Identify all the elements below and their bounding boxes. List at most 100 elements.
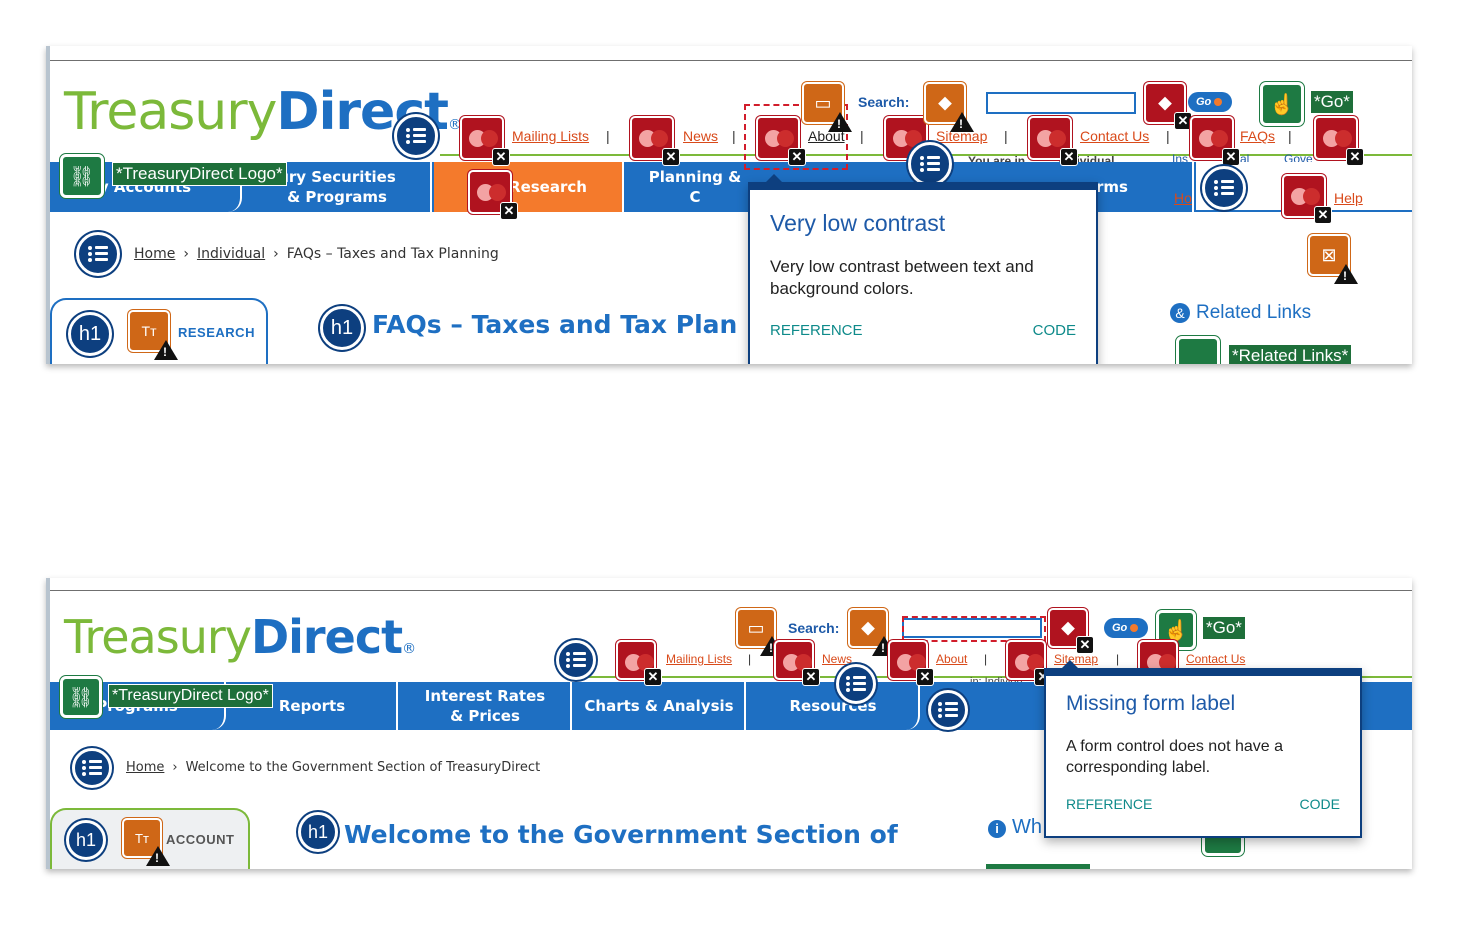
list-icon[interactable] bbox=[1202, 166, 1246, 210]
warning-icon[interactable]: ⊠ bbox=[1308, 234, 1358, 284]
link-icon[interactable] bbox=[1176, 336, 1220, 364]
tooltip-code-link[interactable]: CODE bbox=[1300, 796, 1340, 812]
related-links-heading: & Related Links bbox=[1170, 302, 1311, 324]
search-label: Search: bbox=[788, 620, 840, 636]
error-icon[interactable]: ✕ bbox=[1282, 174, 1332, 224]
list-icon[interactable] bbox=[908, 142, 952, 186]
link-separator: | bbox=[606, 128, 610, 144]
page-title: FAQs – Taxes and Tax Plan bbox=[372, 310, 738, 339]
list-icon[interactable] bbox=[928, 690, 968, 730]
list-icon[interactable] bbox=[836, 664, 876, 704]
error-icon[interactable]: ✕ bbox=[1006, 640, 1052, 686]
search-label: Search: bbox=[858, 94, 910, 110]
text-size-icon[interactable]: Tт bbox=[128, 310, 178, 360]
tooltip-reference-link[interactable]: REFERENCE bbox=[1066, 796, 1152, 812]
go-button[interactable]: Go bbox=[1188, 92, 1232, 112]
tab-interest-rates[interactable]: Interest Rates & Prices bbox=[400, 682, 572, 730]
error-icon[interactable]: ✕ bbox=[756, 116, 806, 166]
close-icon: ✕ bbox=[1222, 148, 1240, 166]
tab-resources[interactable]: Resources bbox=[748, 682, 920, 730]
tab-planning[interactable]: Planning & C bbox=[626, 162, 746, 212]
breadcrumb: Home › Welcome to the Government Section o… bbox=[126, 760, 541, 775]
go-alt-label: *Go* bbox=[1202, 616, 1246, 640]
home-link[interactable]: Ho bbox=[1174, 190, 1192, 206]
link-icon[interactable]: ⛓ bbox=[60, 154, 104, 198]
screenshot-panel-government: TreasuryDirect® Mailing Lists | News Abo… bbox=[46, 578, 1412, 869]
screenshot-panel-faqs: TreasuryDirect® Mailing Lists | News | A… bbox=[46, 46, 1412, 364]
list-icon[interactable] bbox=[394, 114, 438, 158]
tag-icon[interactable]: ⬥ bbox=[924, 82, 974, 132]
focus-highlight bbox=[902, 616, 1046, 642]
issue-tooltip: Missing form label A form control does n… bbox=[1044, 660, 1362, 838]
h1-icon[interactable]: h1 bbox=[68, 312, 112, 356]
news-link[interactable]: News bbox=[822, 652, 852, 666]
search-input[interactable] bbox=[986, 92, 1136, 114]
warning-icon[interactable]: ▭ bbox=[802, 82, 852, 132]
h1-icon[interactable]: h1 bbox=[320, 306, 364, 350]
link-icon[interactable]: ⛓ bbox=[60, 676, 102, 718]
faqs-link[interactable]: FAQs bbox=[1240, 128, 1275, 144]
related-links-alt-label: *Related Links* bbox=[1228, 344, 1353, 364]
logo-alt-label: *TreasuryDirect Logo* bbox=[112, 162, 287, 186]
breadcrumb-individual[interactable]: Individual bbox=[197, 246, 265, 262]
breadcrumb-home[interactable]: Home bbox=[134, 246, 175, 262]
logo-alt-label: *TreasuryDirect Logo* bbox=[108, 684, 273, 708]
link-separator: | bbox=[1004, 128, 1008, 144]
tab-research[interactable]: Research bbox=[434, 162, 624, 212]
side-heading: i Wh bbox=[988, 816, 1042, 839]
sidebar-title: ACCOUNT bbox=[166, 832, 235, 847]
mailing-lists-link[interactable]: Mailing Lists bbox=[512, 128, 589, 144]
mailing-lists-link[interactable]: Mailing Lists bbox=[666, 652, 732, 666]
h1-icon[interactable]: h1 bbox=[66, 820, 106, 860]
list-icon[interactable] bbox=[556, 640, 596, 680]
error-icon[interactable]: ✕ bbox=[630, 116, 680, 166]
page-title: Welcome to the Government Section of bbox=[344, 820, 898, 849]
news-link[interactable]: News bbox=[683, 128, 718, 144]
error-icon[interactable]: ✕ bbox=[1190, 116, 1240, 166]
contact-us-link[interactable]: Contact Us bbox=[1080, 128, 1149, 144]
treasurydirect-logo[interactable]: TreasuryDirect® bbox=[64, 610, 416, 664]
contact-us-link[interactable]: Contact Us bbox=[1186, 652, 1245, 666]
tooltip-code-link[interactable]: CODE bbox=[1033, 322, 1076, 339]
sidebar-title: RESEARCH bbox=[178, 325, 255, 340]
breadcrumb-home[interactable]: Home bbox=[126, 760, 164, 775]
link-icon: & bbox=[1170, 303, 1190, 323]
breadcrumb-current: Welcome to the Government Section of Tre… bbox=[185, 760, 541, 775]
about-link[interactable]: About bbox=[936, 652, 967, 666]
tooltip-body: A form control does not have a correspon… bbox=[1066, 738, 1284, 776]
tag-icon[interactable]: ⬥ ✕ bbox=[1048, 608, 1094, 654]
tab-charts-analysis[interactable]: Charts & Analysis bbox=[574, 682, 746, 730]
error-icon[interactable]: ✕ bbox=[460, 116, 510, 166]
tooltip-title: Very low contrast bbox=[770, 210, 946, 236]
close-icon: ✕ bbox=[1076, 636, 1094, 654]
link-separator: | bbox=[984, 652, 988, 666]
breadcrumb: Home › Individual › FAQs – Taxes and Tax Pla… bbox=[134, 246, 499, 262]
error-icon[interactable]: ✕ bbox=[616, 640, 662, 686]
error-icon[interactable]: ✕ bbox=[1314, 116, 1364, 166]
error-icon[interactable]: ✕ bbox=[1028, 116, 1078, 166]
warning-icon[interactable]: ▭ bbox=[736, 608, 784, 656]
go-button[interactable]: Go bbox=[1104, 618, 1148, 638]
link-separator: | bbox=[860, 128, 864, 144]
tag-icon[interactable]: ⬥ ✕ bbox=[1144, 82, 1192, 130]
touch-icon[interactable]: ☝ bbox=[1260, 82, 1304, 126]
link-separator: | bbox=[732, 128, 736, 144]
go-alt-label: *Go* bbox=[1310, 90, 1354, 114]
info-icon: i bbox=[988, 820, 1006, 838]
list-icon[interactable] bbox=[76, 232, 120, 276]
text-size-icon[interactable]: Tт bbox=[122, 818, 170, 866]
h1-icon[interactable]: h1 bbox=[298, 812, 338, 852]
breadcrumb-current: FAQs – Taxes and Tax Planning bbox=[286, 246, 499, 262]
close-icon: ✕ bbox=[1346, 148, 1364, 166]
error-icon[interactable]: ✕ bbox=[774, 640, 820, 686]
tag-icon[interactable]: ⬥ bbox=[848, 608, 896, 656]
tooltip-reference-link[interactable]: REFERENCE bbox=[770, 322, 863, 339]
close-icon: ✕ bbox=[662, 148, 680, 166]
close-icon: ✕ bbox=[1060, 148, 1078, 166]
alt-label-edge bbox=[986, 864, 1090, 869]
error-icon[interactable]: ✕ bbox=[468, 170, 518, 220]
error-icon[interactable]: ✕ bbox=[888, 640, 934, 686]
list-icon[interactable] bbox=[72, 748, 112, 788]
tooltip-body: Very low contrast between text and backg… bbox=[770, 257, 1034, 298]
help-link[interactable]: Help bbox=[1334, 190, 1363, 206]
